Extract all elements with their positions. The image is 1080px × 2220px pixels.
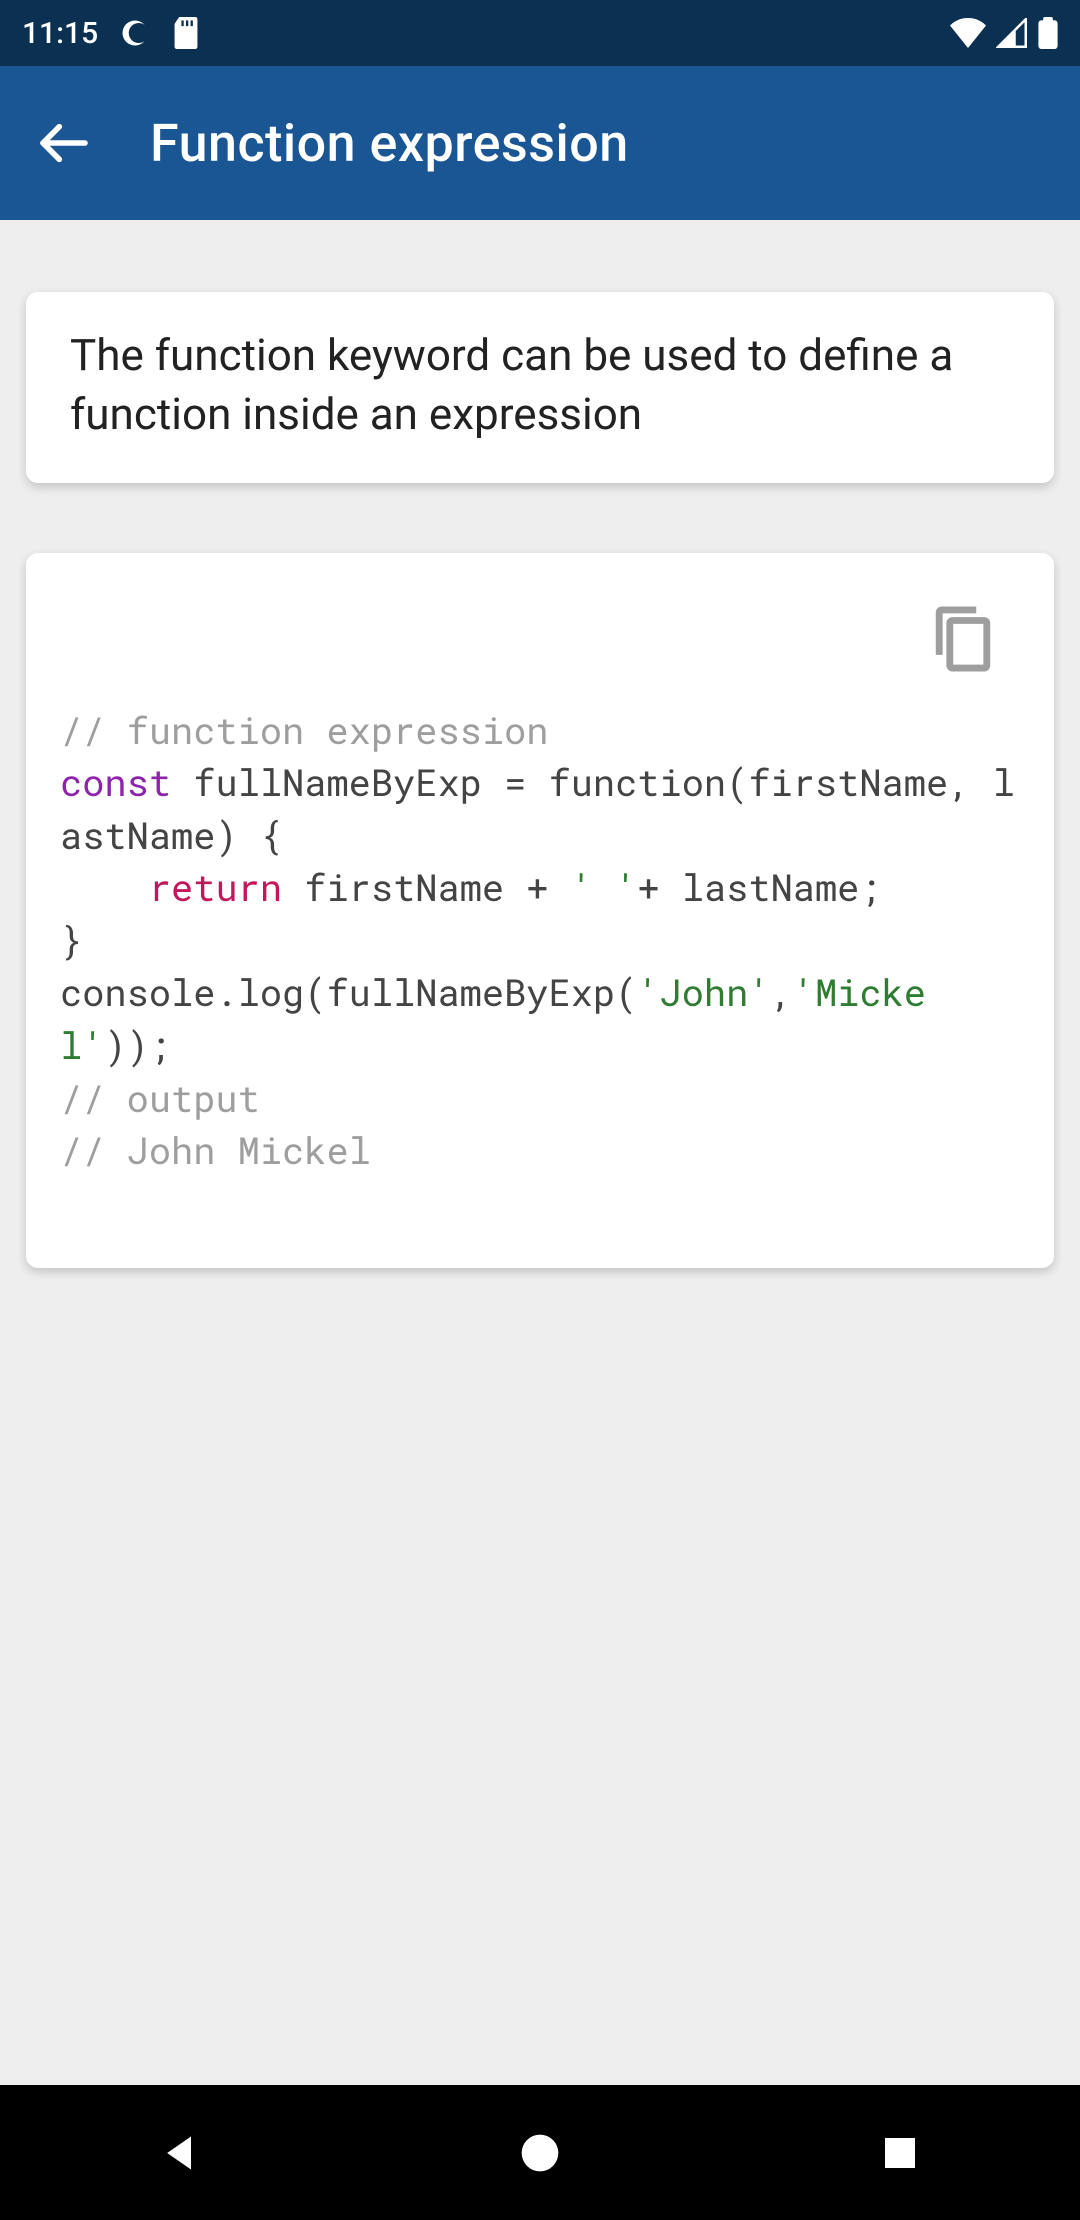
- wifi-icon: [950, 18, 986, 48]
- arrow-left-icon: [36, 115, 92, 171]
- signal-icon: [996, 18, 1028, 48]
- description-card: The function keyword can be used to defi…: [26, 292, 1054, 483]
- nav-recent-button[interactable]: [800, 2085, 1000, 2220]
- code-card: // function expression const fullNameByE…: [26, 553, 1054, 1268]
- screen: 11:15 Function expression: [0, 0, 1080, 2220]
- back-button[interactable]: [28, 107, 100, 179]
- copy-button[interactable]: [928, 601, 998, 677]
- triangle-left-icon: [158, 2129, 202, 2177]
- app-bar: Function expression: [0, 66, 1080, 220]
- battery-icon: [1038, 17, 1058, 49]
- sd-card-icon: [172, 17, 200, 49]
- circle-icon: [518, 2131, 562, 2175]
- moon-icon: [120, 18, 150, 48]
- square-icon: [880, 2133, 920, 2173]
- nav-back-button[interactable]: [80, 2085, 280, 2220]
- description-text: The function keyword can be used to defi…: [70, 326, 1010, 445]
- nav-home-button[interactable]: [440, 2085, 640, 2220]
- system-nav-bar: [0, 2085, 1080, 2220]
- copy-icon: [931, 602, 995, 676]
- status-right: [950, 17, 1058, 49]
- page-title: Function expression: [150, 113, 629, 174]
- status-bar: 11:15: [0, 0, 1080, 66]
- content-area: The function keyword can be used to defi…: [0, 220, 1080, 2085]
- status-left: 11:15: [22, 16, 200, 51]
- status-time: 11:15: [22, 16, 98, 51]
- code-block: // function expression const fullNameByE…: [26, 553, 1054, 1268]
